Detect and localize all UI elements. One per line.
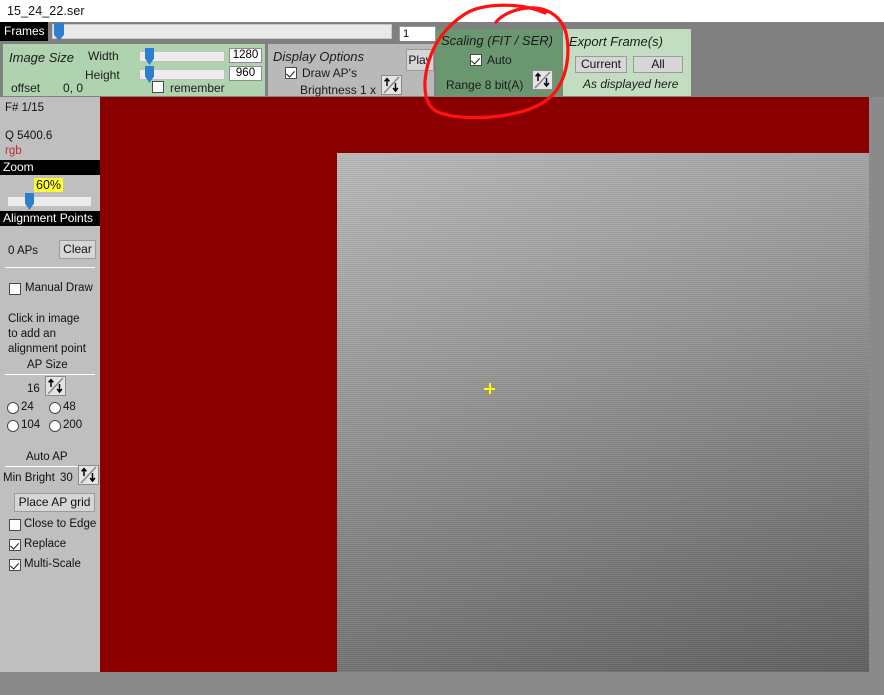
ap-size-option-200-radio[interactable] bbox=[49, 420, 61, 432]
zoom-section-header: Zoom bbox=[0, 160, 100, 175]
scaling-auto-label: Auto bbox=[487, 53, 512, 67]
alignment-crosshair-icon bbox=[484, 383, 495, 394]
frame-number-input[interactable]: 1 bbox=[399, 26, 436, 42]
multi-scale-checkbox[interactable] bbox=[9, 559, 21, 571]
ap-size-spinner[interactable] bbox=[45, 376, 66, 396]
min-bright-spinner[interactable] bbox=[78, 465, 99, 485]
replace-label: Replace bbox=[24, 538, 67, 550]
remember-checkbox[interactable] bbox=[152, 81, 164, 93]
width-label: Width bbox=[88, 49, 119, 63]
scaling-panel: Scaling (FIT / SER) Auto Range 8 bit(A) bbox=[436, 29, 562, 96]
export-frames-panel: Export Frame(s) Current All As displayed… bbox=[563, 29, 691, 96]
scaling-range-spinner[interactable] bbox=[532, 70, 553, 90]
min-bright-value: 30 bbox=[60, 472, 73, 484]
alignment-points-header: Alignment Points bbox=[0, 211, 100, 226]
close-to-edge-checkbox[interactable] bbox=[9, 519, 21, 531]
offset-value: 0, 0 bbox=[63, 81, 84, 95]
image-canvas[interactable] bbox=[100, 97, 884, 675]
manual-draw-label: Manual Draw bbox=[25, 282, 93, 294]
width-value-input[interactable]: 1280 bbox=[229, 48, 262, 63]
scaling-range-label: Range 8 bit(A) bbox=[446, 78, 524, 92]
replace-checkbox[interactable] bbox=[9, 539, 21, 551]
ap-size-value: 16 bbox=[27, 383, 40, 395]
export-all-button[interactable]: All bbox=[633, 56, 683, 73]
application-window: 15_24_22.ser Frames 1 Image Size Width H… bbox=[0, 0, 884, 695]
scaling-title: Scaling (FIT / SER) bbox=[441, 33, 553, 48]
window-title: 15_24_22.ser bbox=[7, 4, 85, 18]
auto-ap-header: Auto AP bbox=[26, 451, 68, 463]
display-options-title: Display Options bbox=[273, 49, 365, 64]
spinner-icon bbox=[47, 377, 64, 395]
width-slider-thumb[interactable] bbox=[145, 48, 154, 65]
zoom-value-text: 60% bbox=[34, 178, 64, 192]
ap-count-label: 0 APs bbox=[8, 245, 39, 257]
scaling-auto-checkbox[interactable] bbox=[470, 54, 482, 66]
frames-slider-track[interactable] bbox=[52, 24, 392, 39]
hint-line-3: alignment point bbox=[8, 343, 86, 355]
ap-size-option-48-radio[interactable] bbox=[49, 402, 61, 414]
draw-aps-checkbox[interactable] bbox=[285, 67, 297, 79]
ap-size-option-200-label: 200 bbox=[63, 419, 83, 431]
color-mode-label: rgb bbox=[5, 145, 22, 157]
manual-draw-checkbox[interactable] bbox=[9, 283, 21, 295]
divider-2 bbox=[5, 374, 95, 375]
height-value-input[interactable]: 960 bbox=[229, 66, 262, 81]
hint-line-2: to add an bbox=[8, 328, 56, 340]
title-bar: 15_24_22.ser bbox=[0, 0, 884, 22]
quality-value: Q 5400.6 bbox=[5, 130, 53, 142]
place-ap-grid-button[interactable]: Place AP grid bbox=[14, 493, 95, 512]
export-note: As displayed here bbox=[583, 77, 679, 91]
zoom-slider-thumb[interactable] bbox=[25, 193, 34, 210]
height-label: Height bbox=[85, 68, 120, 82]
play-button[interactable]: Play bbox=[406, 49, 434, 71]
canvas-right-gutter bbox=[869, 97, 884, 675]
export-current-button[interactable]: Current bbox=[575, 56, 627, 73]
canvas-bottom-gutter bbox=[0, 672, 884, 695]
image-size-panel: Image Size Width Height 1280 960 offset … bbox=[3, 44, 265, 96]
multi-scale-label: Multi-Scale bbox=[24, 558, 81, 570]
remember-label: remember bbox=[170, 81, 225, 95]
ap-size-option-24-label: 24 bbox=[21, 401, 34, 413]
frames-label: Frames bbox=[0, 22, 48, 41]
hint-line-1: Click in image bbox=[8, 313, 80, 325]
offset-label: offset bbox=[11, 81, 41, 95]
spinner-icon bbox=[383, 76, 400, 94]
ap-size-option-24-radio[interactable] bbox=[7, 402, 19, 414]
brightness-label: Brightness 1 x bbox=[300, 83, 377, 97]
zoom-slider-track[interactable] bbox=[7, 196, 92, 207]
draw-aps-label: Draw AP's bbox=[302, 66, 357, 80]
close-to-edge-label: Close to Edge bbox=[24, 518, 97, 530]
ap-size-option-48-label: 48 bbox=[63, 401, 76, 413]
ap-size-option-104-radio[interactable] bbox=[7, 420, 19, 432]
divider-1 bbox=[5, 267, 95, 268]
min-bright-label: Min Bright bbox=[3, 472, 55, 484]
spinner-icon bbox=[534, 71, 551, 89]
ap-size-option-104-label: 104 bbox=[21, 419, 41, 431]
left-sidebar: F# 1/15 Q 5400.6 rgb Zoom 60% Alignment … bbox=[0, 97, 100, 672]
brightness-spinner[interactable] bbox=[381, 75, 402, 95]
ap-size-header: AP Size bbox=[27, 359, 68, 371]
export-title: Export Frame(s) bbox=[569, 34, 663, 49]
clear-aps-button[interactable]: Clear bbox=[59, 240, 96, 259]
image-size-title: Image Size bbox=[9, 50, 75, 65]
frame-image[interactable] bbox=[337, 153, 869, 672]
frame-counter: F# 1/15 bbox=[5, 102, 44, 114]
zoom-value: 60% bbox=[34, 178, 64, 192]
spinner-icon bbox=[80, 466, 97, 484]
